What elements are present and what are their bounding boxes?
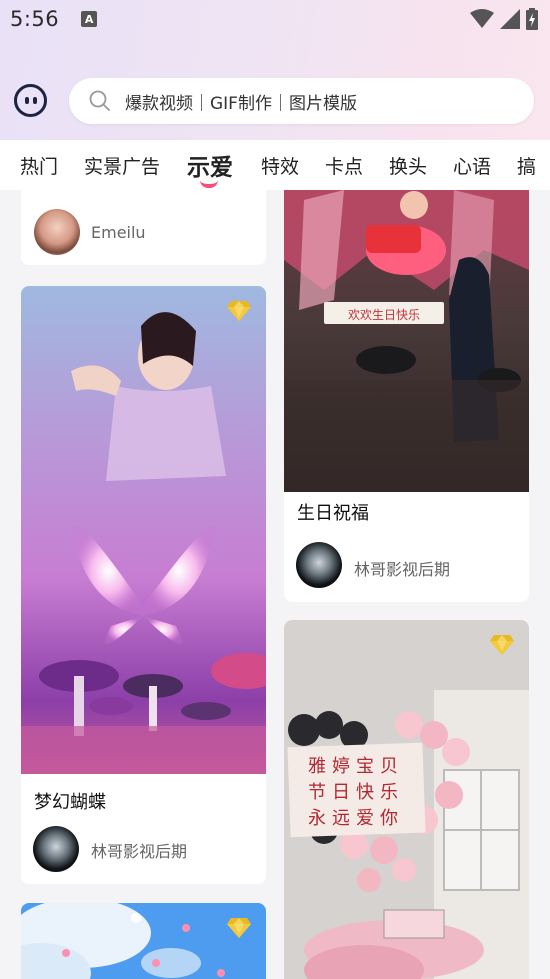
tab-heart-words[interactable]: 心语 [453, 152, 491, 179]
card-thumbnail: 欢欢生日快乐 [284, 190, 529, 492]
card-image-text-line1: 雅婷宝贝 [308, 756, 404, 777]
battery-icon [526, 8, 538, 30]
card-title: 梦幻蝴蝶 [34, 792, 106, 813]
card-title: 生日祝福 [297, 503, 369, 524]
status-time: 5:56 [10, 7, 60, 31]
vip-diamond-icon [227, 918, 251, 938]
face-eye-left [25, 97, 29, 104]
notification-icon: A [81, 11, 98, 27]
tab-hot[interactable]: 热门 [20, 152, 58, 179]
tab-funny[interactable]: 搞 [517, 152, 536, 179]
profile-face-icon[interactable] [14, 84, 47, 117]
top-bar: 爆款视频｜GIF制作｜图片模版 [0, 78, 550, 124]
status-bar: 5:56 A [0, 0, 550, 38]
author-name: 林哥影视后期 [354, 560, 451, 579]
vip-diamond-icon [490, 635, 514, 655]
template-card[interactable]: 雅婷宝贝 节日快乐 永远爱你 [284, 620, 529, 979]
card-image-text: 欢欢生日快乐 [348, 307, 420, 322]
status-icons [470, 8, 538, 30]
tab-effects[interactable]: 特效 [261, 152, 299, 179]
signal-icon [500, 9, 520, 29]
template-card[interactable]: 梦幻蝴蝶 林哥影视后期 [21, 286, 266, 884]
template-feed: Emeilu 欢欢生日快乐 生日祝福 林哥影视后期 梦幻蝴蝶 林哥影视后期 雅婷… [0, 190, 550, 979]
vip-diamond-icon [227, 301, 251, 321]
category-tabs: 热门 实景广告 示爱 特效 卡点 换头 心语 搞 [0, 140, 550, 190]
author-name: 林哥影视后期 [91, 842, 188, 861]
search-input[interactable]: 爆款视频｜GIF制作｜图片模版 [69, 78, 534, 124]
avatar [34, 209, 80, 255]
card-thumbnail: 雅婷宝贝 节日快乐 永远爱你 [284, 620, 529, 979]
tab-face-swap[interactable]: 换头 [389, 152, 427, 179]
card-image-text-line2: 节日快乐 [308, 782, 404, 803]
card-image-text-line3: 永远爱你 [308, 808, 404, 829]
face-eye-right [33, 97, 37, 104]
template-card[interactable]: 欢欢生日快乐 生日祝福 林哥影视后期 [284, 190, 529, 602]
template-card[interactable] [21, 903, 266, 979]
tab-real-scene-ads[interactable]: 实景广告 [84, 152, 160, 179]
card-thumbnail [21, 286, 266, 774]
card-thumbnail [21, 903, 266, 979]
author-name: Emeilu [91, 223, 146, 242]
tab-love[interactable]: 示爱 [187, 148, 233, 182]
search-icon [89, 90, 110, 111]
template-card[interactable]: Emeilu [21, 190, 266, 265]
avatar [296, 542, 342, 588]
tab-beat-sync[interactable]: 卡点 [325, 152, 363, 179]
avatar [33, 826, 79, 872]
wifi-icon [470, 9, 494, 28]
search-placeholder: 爆款视频｜GIF制作｜图片模版 [125, 93, 357, 114]
